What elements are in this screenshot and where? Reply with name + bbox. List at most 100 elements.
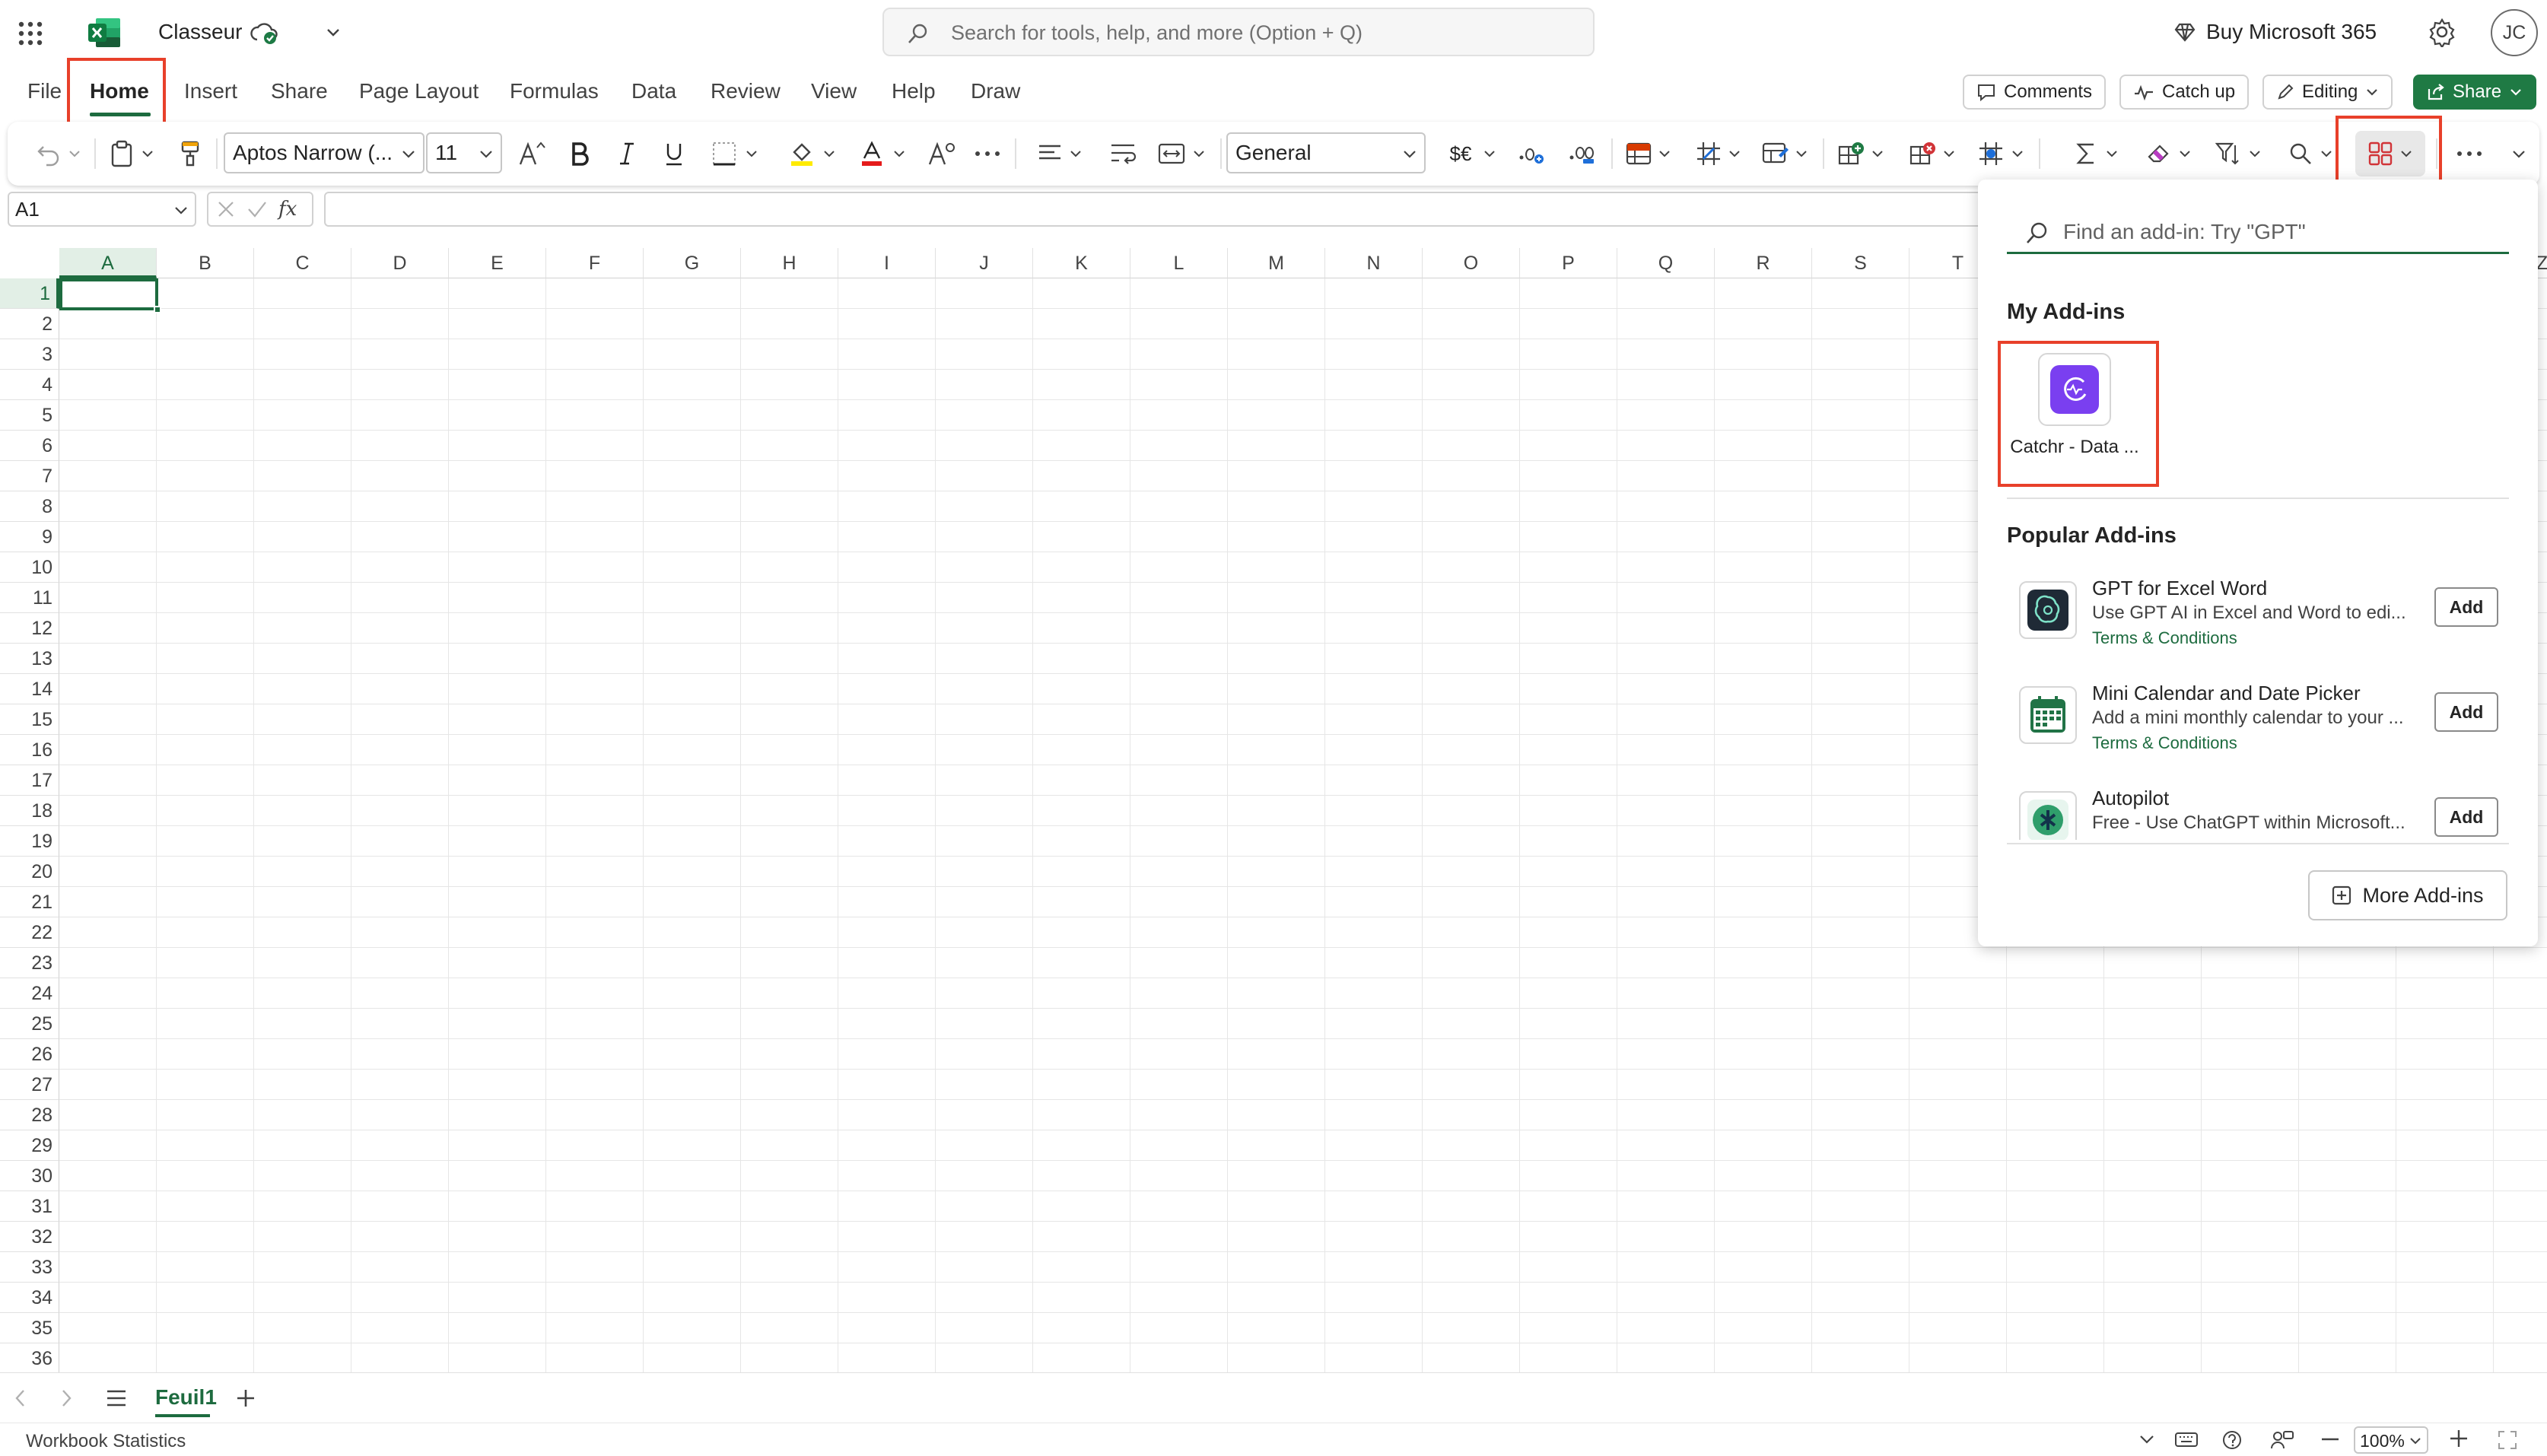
row-header[interactable]: 29 bbox=[0, 1130, 59, 1161]
wrap-text-icon[interactable] bbox=[1105, 135, 1141, 172]
terms-link[interactable]: Terms & Conditions bbox=[2092, 628, 2237, 648]
cell-styles-chevron-icon[interactable] bbox=[1792, 135, 1811, 172]
row-header[interactable]: 2 bbox=[0, 309, 59, 339]
list-item-mini-calendar[interactable]: Mini Calendar and Date Picker Add a mini… bbox=[2019, 682, 2509, 777]
add-gpt-button[interactable]: Add bbox=[2434, 587, 2498, 627]
more-options-icon[interactable] bbox=[2451, 135, 2488, 172]
tab-draw[interactable]: Draw bbox=[971, 79, 1020, 103]
zoom-out-minus-icon[interactable] bbox=[2320, 1437, 2340, 1442]
add-in-search-box[interactable] bbox=[2007, 210, 2509, 254]
tab-formulas[interactable]: Formulas bbox=[510, 79, 599, 103]
format-painter-icon[interactable] bbox=[172, 135, 208, 172]
row-header[interactable]: 14 bbox=[0, 674, 59, 704]
sort-chevron-icon[interactable] bbox=[2246, 135, 2264, 172]
font-color-icon[interactable] bbox=[854, 135, 890, 172]
currency-chevron-icon[interactable] bbox=[1480, 135, 1499, 172]
undo-icon[interactable] bbox=[30, 135, 67, 172]
catch-up-button[interactable]: Catch up bbox=[2119, 75, 2250, 110]
column-header[interactable]: P bbox=[1520, 248, 1617, 278]
next-sheet-chevron-icon[interactable] bbox=[58, 1387, 75, 1410]
more-add-ins-button[interactable]: More Add-ins bbox=[2308, 870, 2507, 920]
find-chevron-icon[interactable] bbox=[2317, 135, 2336, 172]
share-button[interactable]: Share bbox=[2413, 75, 2537, 110]
tab-file[interactable]: File bbox=[27, 79, 62, 103]
add-ins-button[interactable] bbox=[2355, 131, 2425, 176]
conditional-chevron-icon[interactable] bbox=[1655, 135, 1674, 172]
row-header[interactable]: 26 bbox=[0, 1039, 59, 1070]
merge-cells-icon[interactable] bbox=[1153, 135, 1190, 172]
row-header[interactable]: 19 bbox=[0, 826, 59, 857]
align-chevron-icon[interactable] bbox=[1067, 135, 1085, 172]
column-header[interactable]: G bbox=[644, 248, 741, 278]
delete-chevron-icon[interactable] bbox=[1940, 135, 1958, 172]
undo-chevron-icon[interactable] bbox=[65, 135, 84, 172]
terms-link[interactable]: Terms & Conditions bbox=[2092, 733, 2237, 753]
tab-data[interactable]: Data bbox=[631, 79, 676, 103]
paste-chevron-icon[interactable] bbox=[138, 135, 157, 172]
number-format-dropdown[interactable]: General bbox=[1226, 132, 1426, 173]
font-size-dropdown[interactable]: 11 bbox=[426, 132, 502, 173]
row-header[interactable]: 31 bbox=[0, 1191, 59, 1222]
document-title[interactable]: Classeur bbox=[158, 20, 242, 44]
ribbon-collapse-chevron-icon[interactable] bbox=[2506, 135, 2532, 172]
row-header[interactable]: 34 bbox=[0, 1283, 59, 1313]
row-header[interactable]: 18 bbox=[0, 796, 59, 826]
align-icon[interactable] bbox=[1032, 135, 1068, 172]
zoom-in-plus-icon[interactable] bbox=[2448, 1428, 2469, 1449]
insert-function-label[interactable]: fx bbox=[278, 198, 297, 221]
feedback-people-icon[interactable] bbox=[2270, 1429, 2294, 1451]
prev-sheet-chevron-icon[interactable] bbox=[12, 1387, 29, 1410]
underline-icon[interactable] bbox=[656, 135, 692, 172]
column-header[interactable]: M bbox=[1228, 248, 1325, 278]
my-add-in-catchr[interactable]: Catchr - Data ... bbox=[1995, 341, 2154, 482]
row-header[interactable]: 8 bbox=[0, 491, 59, 522]
clear-eraser-icon[interactable] bbox=[2141, 135, 2177, 172]
saved-status-icon[interactable] bbox=[250, 18, 278, 47]
row-header[interactable]: 35 bbox=[0, 1313, 59, 1343]
column-header[interactable]: K bbox=[1033, 248, 1130, 278]
column-header[interactable]: B bbox=[157, 248, 254, 278]
text-effects-icon[interactable] bbox=[924, 135, 960, 172]
format-chevron-icon[interactable] bbox=[2008, 135, 2027, 172]
column-header[interactable]: D bbox=[351, 248, 449, 278]
row-header[interactable]: 33 bbox=[0, 1252, 59, 1283]
row-header[interactable]: 32 bbox=[0, 1222, 59, 1252]
account-avatar[interactable]: JC bbox=[2491, 9, 2538, 56]
bold-icon[interactable] bbox=[561, 135, 598, 172]
column-header[interactable]: Q bbox=[1617, 248, 1715, 278]
more-font-options-icon[interactable] bbox=[969, 135, 1006, 172]
tab-insert[interactable]: Insert bbox=[184, 79, 237, 103]
autosum-chevron-icon[interactable] bbox=[2103, 135, 2121, 172]
row-header[interactable]: 27 bbox=[0, 1070, 59, 1100]
row-header[interactable]: 3 bbox=[0, 339, 59, 370]
row-header[interactable]: 24 bbox=[0, 978, 59, 1009]
font-name-dropdown[interactable]: Aptos Narrow (... bbox=[224, 132, 424, 173]
column-header[interactable]: I bbox=[838, 248, 936, 278]
row-header[interactable]: 15 bbox=[0, 704, 59, 735]
table-chevron-icon[interactable] bbox=[1725, 135, 1744, 172]
fullscreen-icon[interactable] bbox=[2497, 1429, 2518, 1451]
settings-gear-icon[interactable] bbox=[2427, 17, 2457, 47]
zoom-level-dropdown[interactable]: 100% bbox=[2354, 1426, 2428, 1454]
cell-styles-icon[interactable] bbox=[1757, 135, 1794, 172]
column-header[interactable]: S bbox=[1812, 248, 1909, 278]
all-sheets-menu-icon[interactable] bbox=[105, 1388, 128, 1408]
add-sheet-plus-icon[interactable] bbox=[234, 1387, 257, 1410]
row-header[interactable]: 21 bbox=[0, 887, 59, 917]
column-header[interactable]: E bbox=[449, 248, 546, 278]
increase-font-size-icon[interactable] bbox=[513, 135, 552, 172]
font-color-chevron-icon[interactable] bbox=[890, 135, 908, 172]
tab-review[interactable]: Review bbox=[711, 79, 781, 103]
row-header[interactable]: 5 bbox=[0, 400, 59, 431]
format-cells-icon[interactable] bbox=[1973, 135, 2010, 172]
column-header[interactable]: N bbox=[1325, 248, 1423, 278]
tab-page-layout[interactable]: Page Layout bbox=[359, 79, 479, 103]
row-header[interactable]: 17 bbox=[0, 765, 59, 796]
row-header[interactable]: 16 bbox=[0, 735, 59, 765]
add-calendar-button[interactable]: Add bbox=[2434, 692, 2498, 732]
row-header[interactable]: 6 bbox=[0, 431, 59, 461]
list-item-gpt-for-excel[interactable]: GPT for Excel Word Use GPT AI in Excel a… bbox=[2019, 577, 2509, 672]
column-header[interactable]: C bbox=[254, 248, 351, 278]
currency-format-button[interactable]: $€ bbox=[1439, 135, 1482, 172]
column-header[interactable]: O bbox=[1423, 248, 1520, 278]
